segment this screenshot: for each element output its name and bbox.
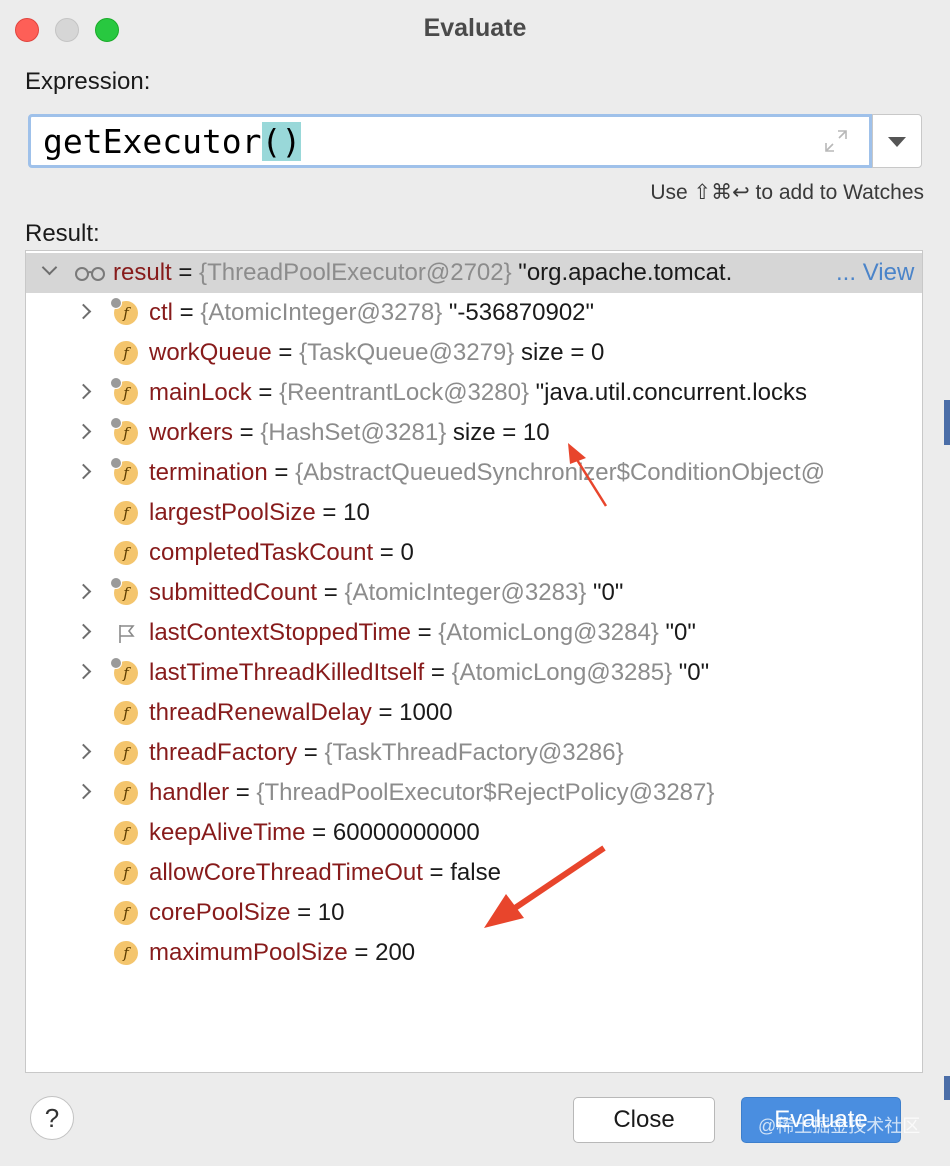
chevron-right-icon[interactable] [75, 743, 92, 760]
chevron-down-icon[interactable] [41, 259, 58, 276]
tree-row-text: handler = {ThreadPoolExecutor$RejectPoli… [149, 779, 715, 806]
tree-row-text: completedTaskCount = 0 [149, 539, 414, 566]
field-icon: f [110, 377, 138, 405]
tree-row-text: lastTimeThreadKilledItself = {AtomicLong… [149, 659, 710, 686]
chevron-right-icon[interactable] [75, 623, 92, 640]
tree-row[interactable]: f workQueue = {TaskQueue@3279} size = 0 [26, 333, 922, 373]
tree-row[interactable]: lastContextStoppedTime = {AtomicLong@328… [26, 613, 922, 653]
view-link[interactable]: ... View [836, 253, 914, 293]
tree-row[interactable]: f threadRenewalDelay = 1000 [26, 693, 922, 733]
tree-row-text: submittedCount = {AtomicInteger@3283} "0… [149, 579, 624, 606]
history-dropdown-button[interactable] [872, 114, 922, 168]
field-icon: f [114, 741, 138, 765]
result-label: Result: [25, 220, 100, 247]
tree-row[interactable]: f ctl = {AtomicInteger@3278} "-536870902… [26, 293, 922, 333]
tree-row-text: mainLock = {ReentrantLock@3280} "java.ut… [149, 379, 807, 406]
expand-icon[interactable] [823, 128, 849, 154]
field-icon: f [114, 901, 138, 925]
flag-icon [119, 625, 135, 643]
expression-parens: () [261, 122, 302, 161]
chevron-right-icon[interactable] [75, 423, 92, 440]
tree-row-text: workQueue = {TaskQueue@3279} size = 0 [149, 339, 605, 366]
tree-row[interactable]: f keepAliveTime = 60000000000 [26, 813, 922, 853]
chevron-right-icon[interactable] [75, 783, 92, 800]
tree-row-text: threadFactory = {TaskThreadFactory@3286} [149, 739, 624, 766]
expression-input[interactable]: getExecutor() [28, 114, 872, 168]
field-icon: f [114, 501, 138, 525]
chevron-right-icon[interactable] [75, 663, 92, 680]
tree-row[interactable]: f allowCoreThreadTimeOut = false [26, 853, 922, 893]
tree-row[interactable]: f workers = {HashSet@3281} size = 10 [26, 413, 922, 453]
tree-root-text: result = {ThreadPoolExecutor@2702} "org.… [113, 259, 733, 286]
tree-row-text: keepAliveTime = 60000000000 [149, 819, 480, 846]
watermark: @稀土掘金技术社区 [758, 1116, 921, 1136]
tree-row[interactable]: f threadFactory = {TaskThreadFactory@328… [26, 733, 922, 773]
tree-row[interactable]: f submittedCount = {AtomicInteger@3283} … [26, 573, 922, 613]
field-icon: f [110, 657, 138, 685]
help-button[interactable]: ? [30, 1096, 74, 1140]
tree-row[interactable]: f lastTimeThreadKilledItself = {AtomicLo… [26, 653, 922, 693]
field-icon: f [114, 941, 138, 965]
chevron-right-icon[interactable] [75, 303, 92, 320]
field-icon: f [110, 457, 138, 485]
window-edge-accent [944, 1076, 950, 1100]
tree-row[interactable]: f completedTaskCount = 0 [26, 533, 922, 573]
expression-prefix: getExecutor [43, 122, 262, 161]
field-icon: f [114, 821, 138, 845]
title-bar: Evaluate [0, 0, 950, 58]
watches-hint: Use ⇧⌘↩ to add to Watches [650, 181, 924, 204]
chevron-right-icon[interactable] [75, 583, 92, 600]
field-icon: f [114, 341, 138, 365]
field-icon: f [110, 417, 138, 445]
tree-row[interactable]: f handler = {ThreadPoolExecutor$RejectPo… [26, 773, 922, 813]
tree-row-text: largestPoolSize = 10 [149, 499, 370, 526]
window-edge-accent [944, 400, 950, 445]
field-icon: f [114, 861, 138, 885]
chevron-down-icon [888, 137, 906, 147]
tree-row-text: workers = {HashSet@3281} size = 10 [149, 419, 550, 446]
field-icon: f [114, 781, 138, 805]
tree-root-row[interactable]: result = {ThreadPoolExecutor@2702} "org.… [26, 253, 922, 293]
tree-row[interactable]: f mainLock = {ReentrantLock@3280} "java.… [26, 373, 922, 413]
field-icon: f [110, 297, 138, 325]
chevron-right-icon[interactable] [75, 383, 92, 400]
field-icon: f [110, 577, 138, 605]
close-button[interactable]: Close [573, 1097, 715, 1143]
tree-row-text: lastContextStoppedTime = {AtomicLong@328… [149, 619, 696, 646]
expression-label: Expression: [25, 68, 151, 95]
watch-glasses-icon [75, 267, 105, 281]
expression-text[interactable]: getExecutor() [43, 122, 302, 161]
field-icon: f [114, 701, 138, 725]
tree-row-text: ctl = {AtomicInteger@3278} "-536870902" [149, 299, 595, 326]
chevron-right-icon[interactable] [75, 463, 92, 480]
tree-row-text: corePoolSize = 10 [149, 899, 345, 926]
tree-row-text: allowCoreThreadTimeOut = false [149, 859, 501, 886]
tree-row[interactable]: f corePoolSize = 10 [26, 893, 922, 933]
tree-row-text: termination = {AbstractQueuedSynchronize… [149, 459, 826, 486]
result-tree[interactable]: result = {ThreadPoolExecutor@2702} "org.… [25, 250, 923, 1073]
tree-row-text: maximumPoolSize = 200 [149, 939, 416, 966]
tree-row[interactable]: f largestPoolSize = 10 [26, 493, 922, 533]
tree-row-text: threadRenewalDelay = 1000 [149, 699, 453, 726]
window-title: Evaluate [423, 14, 527, 42]
field-icon: f [114, 541, 138, 565]
tree-row[interactable]: f termination = {AbstractQueuedSynchroni… [26, 453, 922, 493]
tree-row[interactable]: f maximumPoolSize = 200 [26, 933, 922, 973]
